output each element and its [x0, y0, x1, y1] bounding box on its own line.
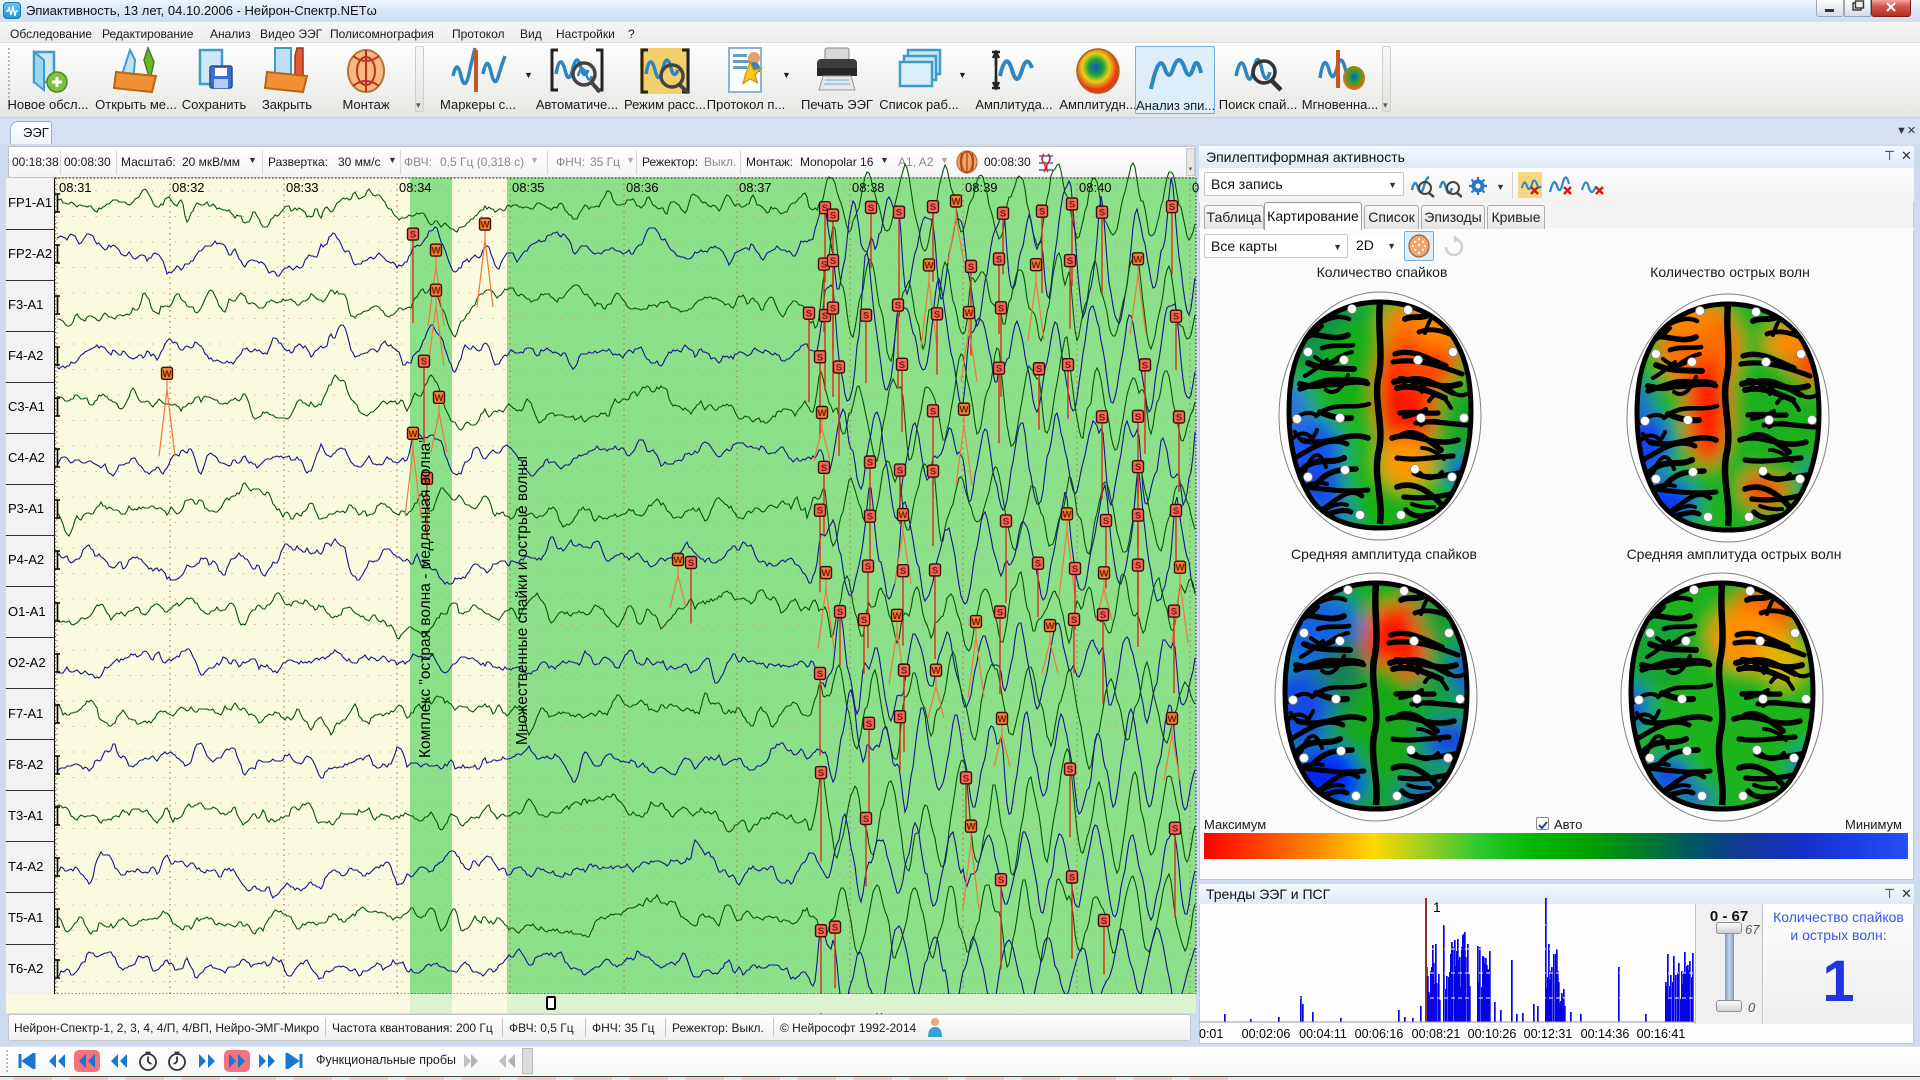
svg-text:00:08:21: 00:08:21	[1412, 1027, 1461, 1041]
svg-text:00:02:06: 00:02:06	[1242, 1027, 1291, 1041]
svg-text:0:01: 0:01	[1199, 1027, 1223, 1041]
svg-text:00:14:36: 00:14:36	[1581, 1027, 1630, 1041]
svg-text:00:12:31: 00:12:31	[1524, 1027, 1573, 1041]
svg-text:00:06:16: 00:06:16	[1355, 1027, 1404, 1041]
svg-text:00:10:26: 00:10:26	[1468, 1027, 1517, 1041]
svg-text:00:16:41: 00:16:41	[1637, 1027, 1686, 1041]
svg-text:00:04:11: 00:04:11	[1299, 1027, 1347, 1041]
svg-text:1: 1	[1433, 899, 1441, 915]
